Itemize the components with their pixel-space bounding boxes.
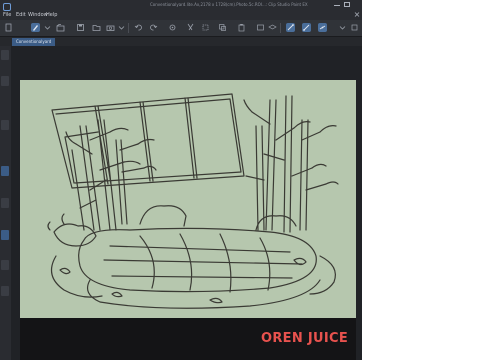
- undo-icon[interactable]: [134, 23, 143, 32]
- drawing-canvas[interactable]: [20, 80, 356, 318]
- toolbar-divider: [280, 23, 281, 33]
- snap-to-special-ruler-icon[interactable]: [302, 23, 311, 32]
- layer-icon[interactable]: [268, 23, 277, 32]
- tool-button-active[interactable]: [1, 166, 9, 176]
- folder-icon[interactable]: [92, 23, 101, 32]
- settings-icon[interactable]: [168, 23, 177, 32]
- camera-icon[interactable]: [106, 23, 115, 32]
- document-title: Conventionalyard.lite.Ax,2178 x 1728(cm)…: [150, 2, 308, 7]
- toolbar-divider: [128, 23, 129, 33]
- copy-icon[interactable]: [218, 23, 227, 32]
- menu-bar: File Edit Window Help Conventionalyard.l…: [0, 0, 362, 20]
- maximize-button[interactable]: [344, 2, 350, 7]
- minimize-button[interactable]: [334, 2, 340, 7]
- snap-to-grid-icon[interactable]: [318, 23, 327, 32]
- menu-file[interactable]: File: [3, 12, 11, 18]
- tool-strip: [0, 46, 11, 360]
- save-icon[interactable]: [76, 23, 85, 32]
- tool-button[interactable]: [1, 50, 9, 60]
- tool-button[interactable]: [1, 260, 9, 270]
- tool-button[interactable]: [1, 76, 9, 86]
- app-logo-icon: [3, 3, 11, 11]
- transform-icon[interactable]: [201, 23, 210, 32]
- tool-button-active[interactable]: [1, 230, 9, 240]
- tool-button[interactable]: [1, 286, 9, 296]
- watermark: OREN JUICE: [261, 331, 348, 346]
- pen-tool-icon[interactable]: [31, 23, 40, 32]
- menu-help[interactable]: Help: [46, 12, 57, 18]
- sketch-drawing: [47, 93, 339, 309]
- snap-to-ruler-icon[interactable]: [286, 23, 295, 32]
- chevron-down-icon[interactable]: [117, 23, 126, 32]
- new-file-icon[interactable]: [4, 23, 13, 32]
- tab-document[interactable]: Conventionalyard: [12, 38, 56, 46]
- more-icon[interactable]: [350, 23, 359, 32]
- redo-icon[interactable]: [149, 23, 158, 32]
- open-file-icon[interactable]: [56, 23, 65, 32]
- chevron-down-icon[interactable]: [338, 23, 347, 32]
- tool-button[interactable]: [1, 120, 9, 130]
- chevron-down-icon[interactable]: [43, 23, 52, 32]
- cut-icon[interactable]: [186, 23, 195, 32]
- command-bar: [0, 20, 362, 37]
- blank-area: [362, 0, 480, 360]
- menu-window[interactable]: Window: [28, 12, 48, 18]
- clip-studio-window: File Edit Window Help Conventionalyard.l…: [0, 0, 362, 360]
- document-tab-bar: Conventionalyard: [0, 37, 362, 46]
- tool-button[interactable]: [1, 198, 9, 208]
- menu-edit[interactable]: Edit: [16, 12, 26, 18]
- close-button[interactable]: [354, 2, 360, 17]
- paste-icon[interactable]: [237, 23, 246, 32]
- canvas-icon[interactable]: [256, 23, 265, 32]
